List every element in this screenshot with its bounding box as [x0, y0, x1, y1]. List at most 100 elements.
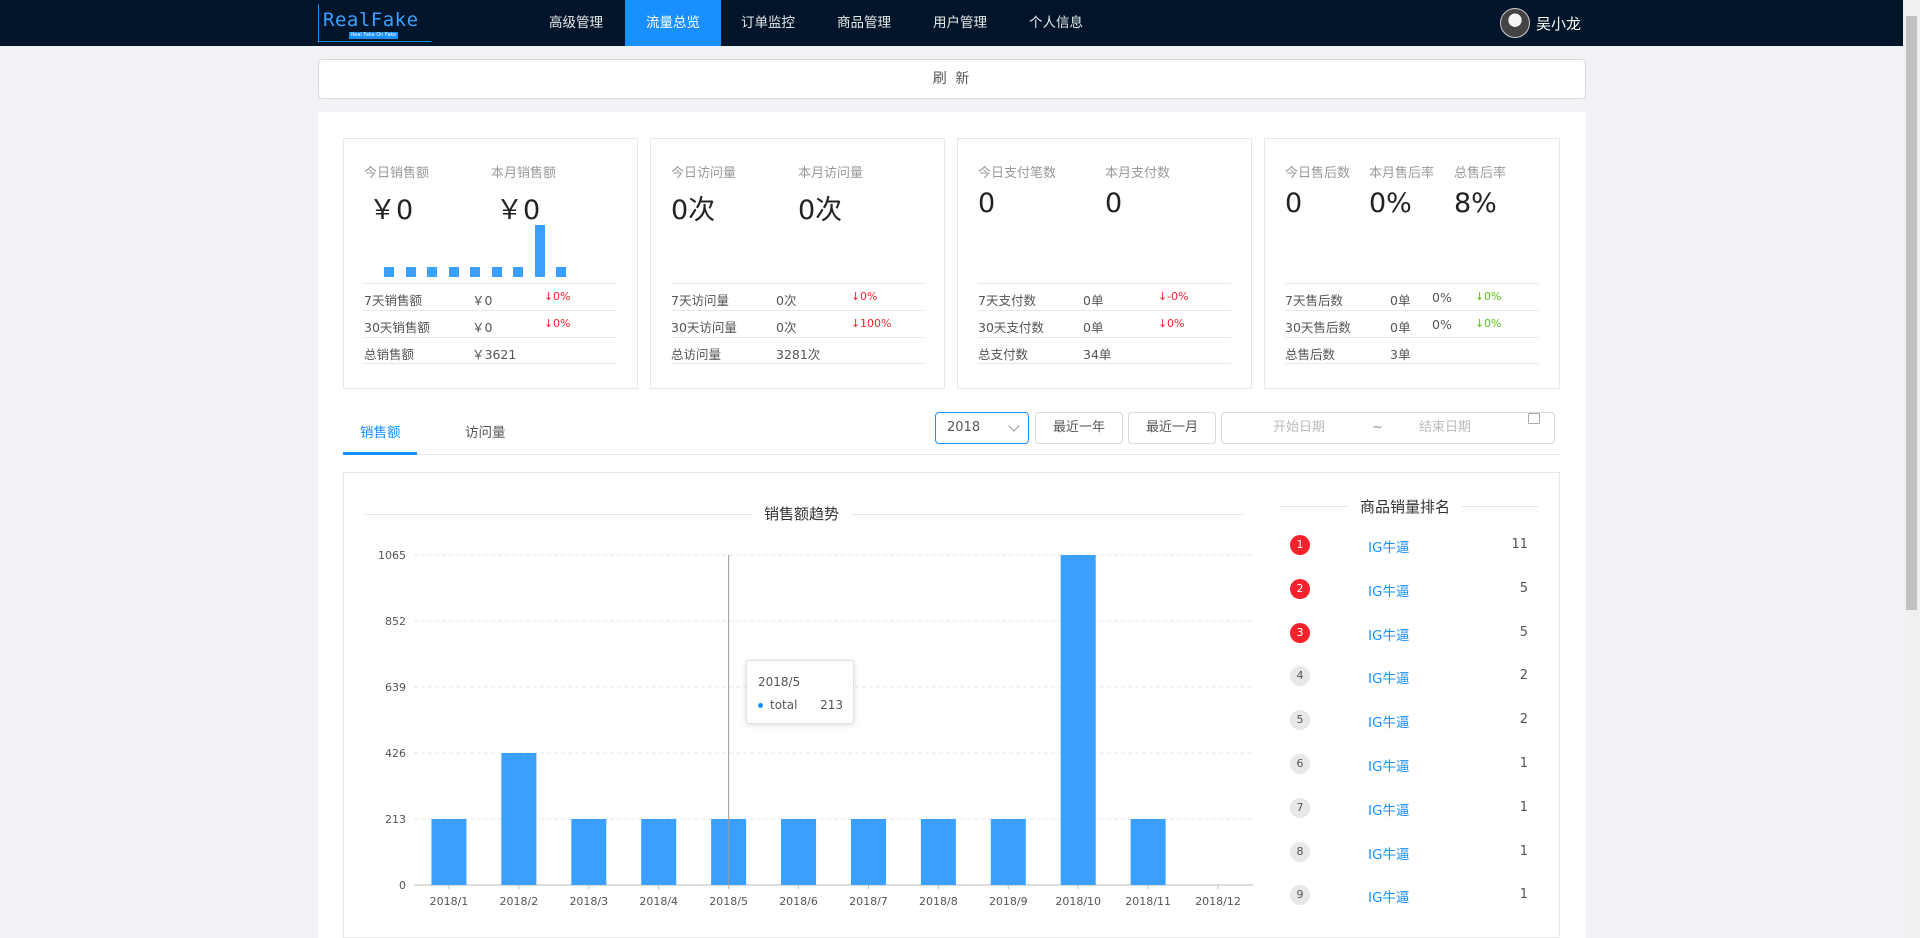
up-arrow-icon: ↓ — [1475, 317, 1485, 330]
visits-7day-row: 7天访问量 0次 ↓ 0% — [671, 283, 924, 310]
after-sales-7day-row: 7天售后数 0单 0% ↓ 0% — [1285, 283, 1539, 310]
row-rate: 0% — [1432, 317, 1452, 332]
row-delta: 100% — [860, 317, 892, 330]
row-label: 7天访问量 — [671, 293, 729, 308]
tab-sales[interactable]: 销售额 — [360, 413, 401, 453]
active-tab-indicator — [343, 452, 417, 455]
nav-item-order-monitor[interactable]: 订单监控 — [726, 0, 810, 46]
rank-sales-count: 1 — [1519, 843, 1528, 859]
realfake-logo[interactable]: RealFake Real Fake On Fake — [318, 4, 432, 42]
range-separator: ~ — [1372, 420, 1383, 435]
user-menu[interactable]: 吴小龙 — [1500, 8, 1581, 38]
start-date-input[interactable]: 开始日期 — [1273, 413, 1325, 443]
row-value: 0次 — [776, 293, 797, 308]
sales-30day-row: 30天销售额 ￥0 ↓ 0% — [364, 310, 617, 337]
rank-sales-count: 5 — [1519, 580, 1528, 596]
tooltip-title: 2018/5 — [758, 675, 801, 689]
chart-title: 销售额趋势 — [752, 503, 852, 524]
down-arrow-icon: ↓ — [851, 290, 861, 303]
mini-bar — [384, 267, 394, 277]
rank-product-link[interactable]: IG牛逼 — [1368, 711, 1409, 731]
month-visits-label: 本月访问量 — [798, 166, 864, 181]
rank-sales-count: 2 — [1519, 668, 1528, 684]
rank-product-link[interactable]: IG牛逼 — [1368, 755, 1409, 775]
rank-product-link[interactable]: IG牛逼 — [1368, 843, 1409, 863]
row-value: 3单 — [1390, 347, 1411, 362]
last-year-button[interactable]: 最近一年 — [1035, 412, 1123, 444]
row-delta: -0% — [1167, 290, 1189, 303]
rank-product-link[interactable]: IG牛逼 — [1368, 667, 1409, 687]
rank-product-link[interactable]: IG牛逼 — [1368, 536, 1409, 556]
payments-7day-row: 7天支付数 0单 ↓ -0% — [978, 283, 1231, 310]
month-sales-value: ￥0 — [496, 195, 541, 226]
today-visits-label: 今日访问量 — [671, 166, 737, 181]
month-after-sales-rate-value: 0% — [1369, 188, 1412, 219]
row-delta: 0% — [1484, 317, 1502, 330]
rank-number: 8 — [1290, 841, 1310, 862]
last-month-button[interactable]: 最近一月 — [1128, 412, 1216, 444]
after-sales-total-row: 总售后数 3单 — [1285, 337, 1539, 364]
today-after-sales-value: 0 — [1285, 188, 1303, 219]
month-after-sales-rate-label: 本月售后率 — [1369, 166, 1435, 181]
nav-item-advanced-management[interactable]: 高级管理 — [534, 0, 618, 46]
rank-product-link[interactable]: IG牛逼 — [1368, 799, 1409, 819]
mini-bar — [448, 267, 459, 277]
nav-item-user-management[interactable]: 用户管理 — [918, 0, 1002, 46]
row-value: 0单 — [1083, 293, 1104, 308]
rank-number: 7 — [1290, 797, 1310, 818]
row-label: 总支付数 — [978, 347, 1029, 362]
payments-30day-row: 30天支付数 0单 ↓ 0% — [978, 310, 1231, 337]
row-label: 总售后数 — [1285, 347, 1336, 362]
row-value: 34单 — [1083, 347, 1112, 362]
calendar-icon — [1528, 413, 1540, 424]
top-navigation-bar: RealFake Real Fake On Fake 高级管理 流量总览 订单监… — [0, 0, 1920, 46]
row-delta: 0% — [1484, 290, 1502, 303]
scrollbar-thumb[interactable] — [1906, 16, 1917, 610]
today-visits-value: 0次 — [671, 195, 716, 226]
tooltip-value: 213 — [820, 698, 843, 712]
rank-number: 6 — [1290, 754, 1310, 774]
down-arrow-icon: ↓ — [544, 317, 554, 330]
mini-bar — [556, 267, 566, 277]
rank-product-link[interactable]: IG牛逼 — [1368, 580, 1409, 600]
date-range-picker[interactable]: 开始日期 ~ 结束日期 — [1221, 412, 1555, 444]
logo-subtitle: Real Fake On Fake — [349, 32, 399, 39]
mini-bar — [491, 267, 502, 277]
month-visits-value: 0次 — [798, 195, 843, 226]
row-label: 30天支付数 — [978, 320, 1044, 335]
end-date-input[interactable]: 结束日期 — [1419, 413, 1471, 443]
page-scrollbar[interactable] — [1903, 0, 1920, 938]
chevron-down-icon — [1008, 420, 1020, 432]
row-label: 7天售后数 — [1285, 293, 1343, 308]
row-delta: 0% — [860, 290, 878, 303]
tab-visits[interactable]: 访问量 — [465, 413, 506, 453]
rank-sales-count: 1 — [1519, 887, 1528, 903]
row-delta: 0% — [553, 317, 571, 330]
rank-number: 3 — [1290, 622, 1310, 643]
mini-bar — [470, 267, 480, 277]
row-value: 0次 — [776, 320, 797, 335]
down-arrow-icon: ↓ — [851, 317, 861, 330]
rank-number: 2 — [1290, 578, 1310, 599]
mini-bar — [534, 225, 545, 277]
rank-sales-count: 11 — [1511, 537, 1528, 552]
month-payments-label: 本月支付数 — [1105, 166, 1171, 181]
rank-number: 1 — [1290, 535, 1310, 555]
row-delta: 0% — [553, 290, 571, 303]
visits-card: 今日访问量 本月访问量 0次 0次 7天访问量 0次 ↓ 0% 30天访问量 0… — [650, 138, 945, 389]
mini-bar — [513, 267, 523, 277]
nav-item-traffic-overview[interactable]: 流量总览 — [625, 0, 721, 46]
year-select[interactable]: 2018 — [935, 412, 1029, 444]
logo-text: RealFake — [323, 9, 419, 31]
after-sales-30day-row: 30天售后数 0单 0% ↓ 0% — [1285, 310, 1539, 337]
sales-total-row: 总销售额 ￥3621 — [364, 337, 617, 364]
nav-item-personal-info[interactable]: 个人信息 — [1014, 0, 1098, 46]
rank-product-link[interactable]: IG牛逼 — [1368, 624, 1409, 644]
rank-sales-count: 1 — [1519, 756, 1528, 771]
nav-item-product-management[interactable]: 商品管理 — [822, 0, 906, 46]
sales-card: 今日销售额 本月销售额 ￥0 ￥0 7天销售额 ￥0 ↓ 0% 30天销售额 ￥… — [343, 138, 638, 389]
refresh-button[interactable]: 刷 新 — [318, 59, 1586, 99]
payments-card: 今日支付笔数 本月支付数 0 0 7天支付数 0单 ↓ -0% 30天支付数 0… — [957, 138, 1252, 389]
ranking-title: 商品销量排名 — [1348, 496, 1463, 517]
rank-product-link[interactable]: IG牛逼 — [1368, 886, 1409, 906]
